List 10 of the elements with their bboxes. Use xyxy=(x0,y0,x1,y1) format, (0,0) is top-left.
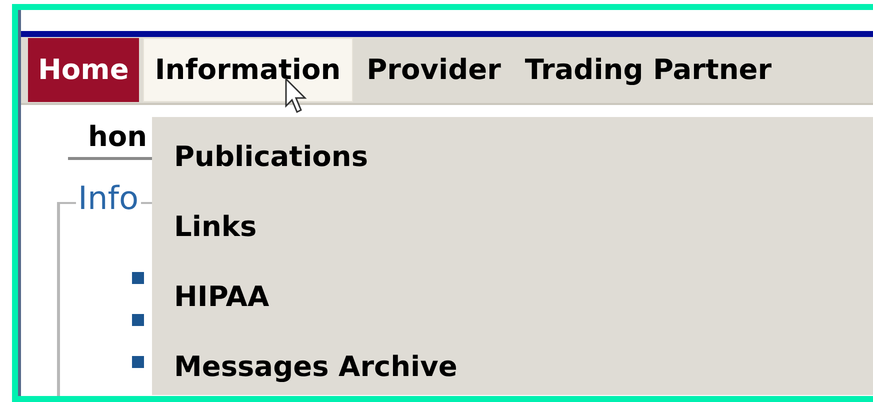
nav-tab[interactable]: Provider xyxy=(356,38,511,102)
bullet-icon xyxy=(132,356,144,368)
menu-item[interactable]: Messages Archive xyxy=(174,343,458,391)
menu-item[interactable]: Links xyxy=(174,203,257,251)
bullet-icon xyxy=(132,314,144,326)
bullet-icon xyxy=(132,272,144,284)
nav-tab[interactable]: Home xyxy=(28,38,139,102)
nav-tab[interactable]: Information xyxy=(142,38,353,102)
nav-tab[interactable]: Trading Partner xyxy=(514,38,782,102)
menu-item[interactable]: HIPAA xyxy=(174,273,270,321)
